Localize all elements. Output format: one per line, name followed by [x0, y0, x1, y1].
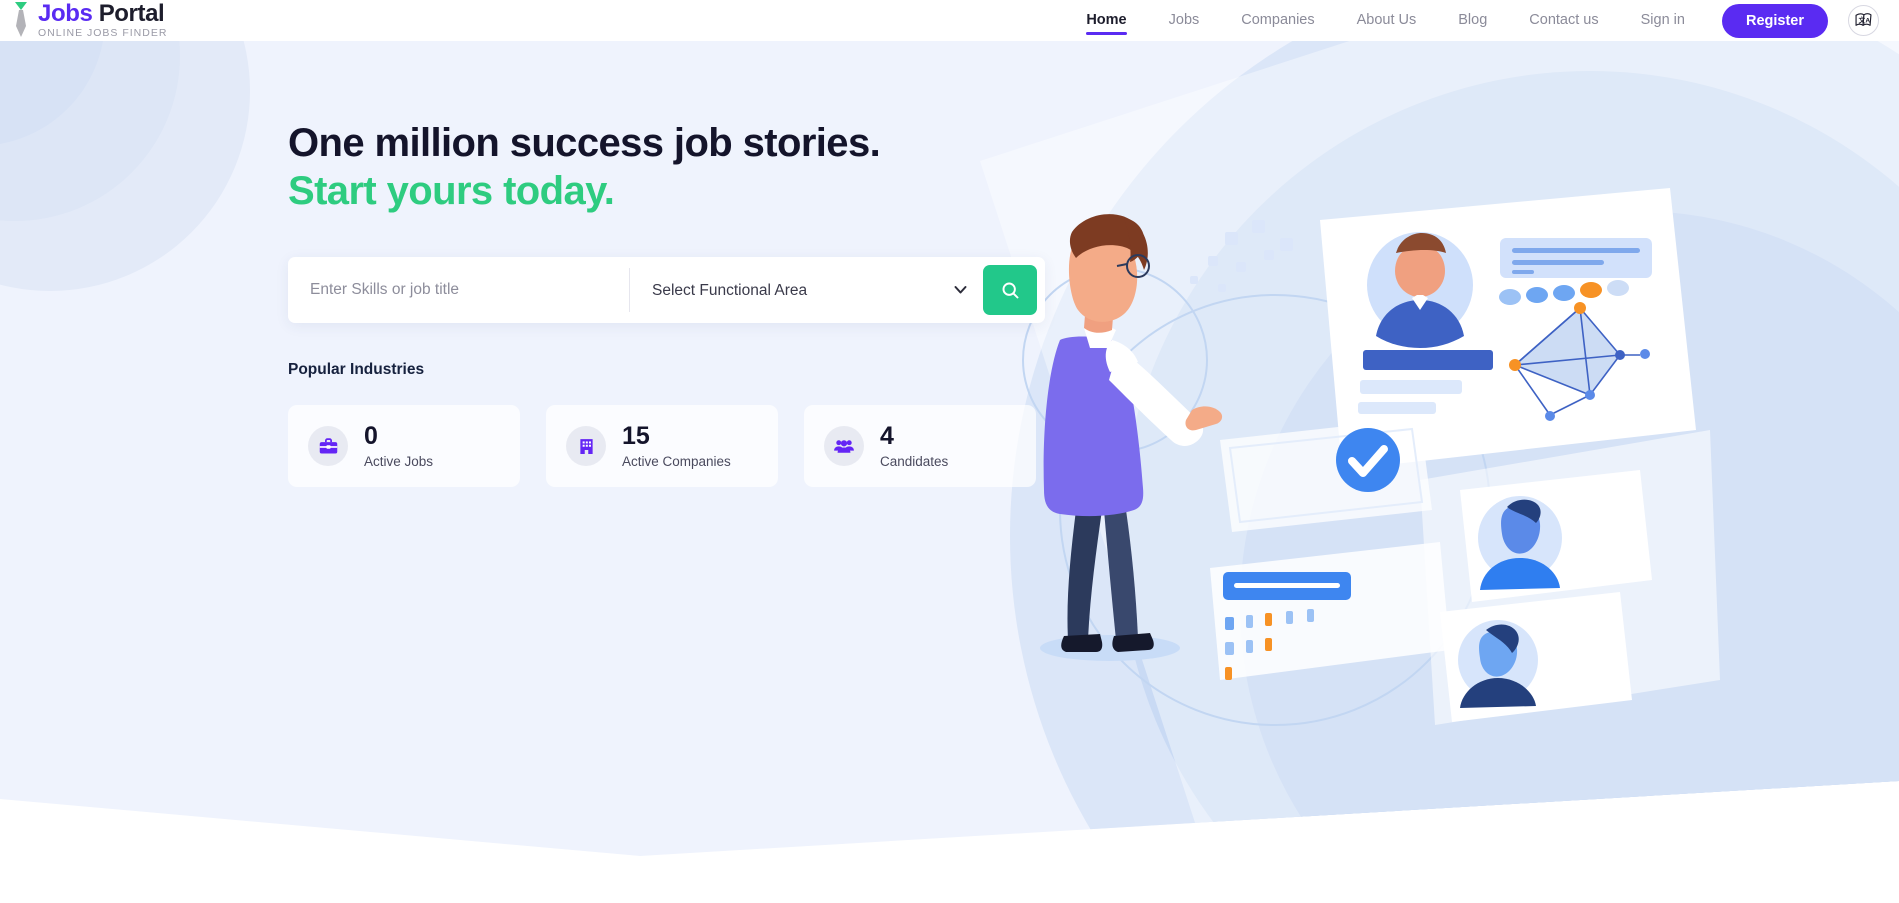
brand-text: Jobs Portal ONLINE JOBS FINDER [38, 0, 168, 39]
search-keyword-input[interactable] [288, 268, 629, 313]
stat-value-active-jobs: 0 [364, 422, 378, 451]
hero-content: One million success job stories. Start y… [288, 120, 1108, 488]
nav-item-about-us[interactable]: About Us [1336, 0, 1438, 41]
search-icon [1002, 282, 1018, 299]
brand-logo[interactable]: Jobs Portal ONLINE JOBS FINDER [8, 1, 167, 39]
search-submit-button[interactable] [983, 265, 1037, 316]
brand-title-portal: Portal [92, 0, 165, 27]
stat-text-active-jobs: 0 Active Jobs [364, 423, 433, 468]
translate-icon: 文 A [1855, 13, 1872, 26]
stat-value-active-companies: 15 [622, 422, 650, 451]
register-button[interactable]: Register [1721, 3, 1828, 38]
nav-item-jobs[interactable]: Jobs [1148, 0, 1221, 41]
hero-headline-line1: One million success job stories. [288, 121, 881, 165]
brand-title: Jobs Portal [38, 0, 167, 27]
stat-card-candidates[interactable]: 4 Candidates [804, 405, 1036, 488]
stat-card-active-jobs[interactable]: 0 Active Jobs [288, 405, 520, 488]
stat-value-candidates: 4 [880, 422, 894, 451]
briefcase-icon-wrapper [308, 426, 348, 467]
nav-item-blog[interactable]: Blog [1437, 0, 1508, 41]
briefcase-icon [319, 437, 337, 454]
nav-item-home[interactable]: Home [1065, 0, 1147, 41]
nav-item-sign-in[interactable]: Sign in [1620, 0, 1706, 41]
main-navigation: Home Jobs Companies About Us Blog Contac… [1065, 0, 1879, 41]
brand-title-jobs: Jobs [38, 0, 93, 27]
stat-label-active-jobs: Active Jobs [364, 453, 434, 469]
nav-item-contact-us[interactable]: Contact us [1508, 0, 1619, 41]
building-icon [579, 438, 593, 454]
brand-tagline: ONLINE JOBS FINDER [38, 26, 168, 39]
nav-item-companies[interactable]: Companies [1220, 0, 1335, 41]
job-search-bar: Select Functional Area [288, 257, 1045, 324]
functional-area-select[interactable]: Select Functional Area [630, 268, 983, 313]
site-header: Jobs Portal ONLINE JOBS FINDER Home Jobs… [0, 0, 1899, 41]
functional-area-select-wrapper: Select Functional Area [630, 268, 983, 313]
stat-label-candidates: Candidates [880, 453, 949, 469]
tie-icon [15, 2, 27, 37]
stats-row: 0 Active Jobs 15 Active Companies 4 Cand… [288, 405, 1108, 488]
popular-industries-title: Popular Industries [288, 361, 425, 379]
hero-headline: One million success job stories. Start y… [288, 120, 1108, 215]
language-toggle-button[interactable]: 文 A [1848, 5, 1879, 36]
svg-text:A: A [1865, 17, 1870, 24]
stat-card-active-companies[interactable]: 15 Active Companies [546, 405, 778, 488]
job-search-illustration [1022, 188, 1720, 726]
page-root: Jobs Portal ONLINE JOBS FINDER Home Jobs… [0, 0, 1899, 903]
users-icon [834, 440, 854, 453]
stat-text-active-companies: 15 Active Companies [622, 423, 731, 468]
stat-text-candidates: 4 Candidates [880, 423, 948, 468]
stat-label-active-companies: Active Companies [622, 453, 731, 469]
building-icon-wrapper [566, 426, 606, 467]
svg-text:文: 文 [1859, 15, 1866, 24]
hero-headline-line2: Start yours today. [288, 168, 615, 213]
users-icon-wrapper [824, 426, 864, 467]
